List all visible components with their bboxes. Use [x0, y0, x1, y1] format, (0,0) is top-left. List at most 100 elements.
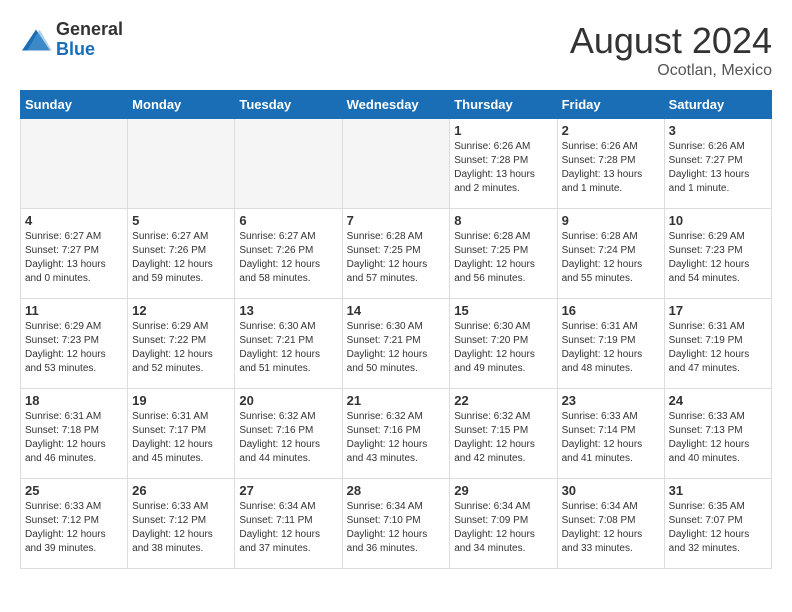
day-info: Sunrise: 6:31 AM Sunset: 7:18 PM Dayligh… [25, 410, 123, 466]
day-info: Sunrise: 6:33 AM Sunset: 7:13 PM Dayligh… [669, 410, 767, 466]
day-number: 30 [562, 483, 660, 498]
calendar-cell: 10 Sunrise: 6:29 AM Sunset: 7:23 PM Dayli… [664, 209, 771, 299]
page-header: General Blue August 2024 Ocotlan, Mexico [20, 20, 772, 80]
day-number: 27 [239, 483, 337, 498]
day-number: 22 [454, 393, 552, 408]
logo: General Blue [20, 20, 123, 60]
day-info: Sunrise: 6:33 AM Sunset: 7:12 PM Dayligh… [132, 500, 230, 556]
day-number: 6 [239, 213, 337, 228]
day-number: 28 [347, 483, 446, 498]
day-info: Sunrise: 6:30 AM Sunset: 7:21 PM Dayligh… [347, 320, 446, 376]
calendar-cell: 28 Sunrise: 6:34 AM Sunset: 7:10 PM Dayli… [342, 479, 450, 569]
calendar-week-row: 4 Sunrise: 6:27 AM Sunset: 7:27 PM Daylig… [21, 209, 772, 299]
month-year: August 2024 [570, 20, 772, 62]
day-number: 12 [132, 303, 230, 318]
calendar-cell: 31Sunrise: 6:35 AM Sunset: 7:07 PM Dayli… [664, 479, 771, 569]
day-number: 29 [454, 483, 552, 498]
title-section: August 2024 Ocotlan, Mexico [570, 20, 772, 80]
calendar-cell: 29 Sunrise: 6:34 AM Sunset: 7:09 PM Dayli… [450, 479, 557, 569]
logo-blue-text: Blue [56, 40, 123, 60]
day-info: Sunrise: 6:28 AM Sunset: 7:24 PM Dayligh… [562, 230, 660, 286]
day-number: 4 [25, 213, 123, 228]
calendar-header-row: SundayMondayTuesdayWednesdayThursdayFrid… [21, 91, 772, 119]
calendar-cell: 8 Sunrise: 6:28 AM Sunset: 7:25 PM Daylig… [450, 209, 557, 299]
calendar-week-row: 25 Sunrise: 6:33 AM Sunset: 7:12 PM Dayli… [21, 479, 772, 569]
day-info: Sunrise: 6:32 AM Sunset: 7:16 PM Dayligh… [347, 410, 446, 466]
day-info: Sunrise: 6:32 AM Sunset: 7:15 PM Dayligh… [454, 410, 552, 466]
day-number: 1 [454, 123, 552, 138]
day-of-week-header: Tuesday [235, 91, 342, 119]
calendar-cell: 14 Sunrise: 6:30 AM Sunset: 7:21 PM Dayli… [342, 299, 450, 389]
day-number: 21 [347, 393, 446, 408]
calendar-cell: 15 Sunrise: 6:30 AM Sunset: 7:20 PM Dayli… [450, 299, 557, 389]
day-number: 25 [25, 483, 123, 498]
day-number: 23 [562, 393, 660, 408]
calendar-cell: 27 Sunrise: 6:34 AM Sunset: 7:11 PM Dayli… [235, 479, 342, 569]
calendar-table: SundayMondayTuesdayWednesdayThursdayFrid… [20, 90, 772, 569]
day-info: Sunrise: 6:26 AM Sunset: 7:28 PM Dayligh… [454, 140, 552, 196]
day-info: Sunrise: 6:29 AM Sunset: 7:22 PM Dayligh… [132, 320, 230, 376]
day-of-week-header: Monday [128, 91, 235, 119]
day-info: Sunrise: 6:30 AM Sunset: 7:20 PM Dayligh… [454, 320, 552, 376]
day-info: Sunrise: 6:33 AM Sunset: 7:14 PM Dayligh… [562, 410, 660, 466]
day-info: Sunrise: 6:29 AM Sunset: 7:23 PM Dayligh… [669, 230, 767, 286]
day-number: 8 [454, 213, 552, 228]
day-number: 10 [669, 213, 767, 228]
calendar-cell: 11Sunrise: 6:29 AM Sunset: 7:23 PM Dayli… [21, 299, 128, 389]
day-info: Sunrise: 6:31 AM Sunset: 7:19 PM Dayligh… [669, 320, 767, 376]
day-of-week-header: Thursday [450, 91, 557, 119]
logo-general-text: General [56, 20, 123, 40]
day-number: 19 [132, 393, 230, 408]
day-info: Sunrise: 6:34 AM Sunset: 7:09 PM Dayligh… [454, 500, 552, 556]
day-number: 3 [669, 123, 767, 138]
day-number: 16 [562, 303, 660, 318]
day-info: Sunrise: 6:34 AM Sunset: 7:11 PM Dayligh… [239, 500, 337, 556]
calendar-cell: 19Sunrise: 6:31 AM Sunset: 7:17 PM Dayli… [128, 389, 235, 479]
day-number: 26 [132, 483, 230, 498]
day-number: 15 [454, 303, 552, 318]
calendar-cell: 30 Sunrise: 6:34 AM Sunset: 7:08 PM Dayli… [557, 479, 664, 569]
day-number: 13 [239, 303, 337, 318]
calendar-cell: 13 Sunrise: 6:30 AM Sunset: 7:21 PM Dayli… [235, 299, 342, 389]
day-of-week-header: Sunday [21, 91, 128, 119]
calendar-cell: 26 Sunrise: 6:33 AM Sunset: 7:12 PM Dayli… [128, 479, 235, 569]
calendar-week-row: 18Sunrise: 6:31 AM Sunset: 7:18 PM Dayli… [21, 389, 772, 479]
calendar-cell: 2Sunrise: 6:26 AM Sunset: 7:28 PM Daylig… [557, 119, 664, 209]
day-number: 2 [562, 123, 660, 138]
calendar-cell [235, 119, 342, 209]
calendar-cell: 20 Sunrise: 6:32 AM Sunset: 7:16 PM Dayli… [235, 389, 342, 479]
calendar-cell: 9 Sunrise: 6:28 AM Sunset: 7:24 PM Daylig… [557, 209, 664, 299]
calendar-week-row: 1 Sunrise: 6:26 AM Sunset: 7:28 PM Daylig… [21, 119, 772, 209]
day-info: Sunrise: 6:34 AM Sunset: 7:10 PM Dayligh… [347, 500, 446, 556]
calendar-cell: 23 Sunrise: 6:33 AM Sunset: 7:14 PM Dayli… [557, 389, 664, 479]
day-number: 9 [562, 213, 660, 228]
day-info: Sunrise: 6:31 AM Sunset: 7:19 PM Dayligh… [562, 320, 660, 376]
calendar-cell: 7Sunrise: 6:28 AM Sunset: 7:25 PM Daylig… [342, 209, 450, 299]
day-info: Sunrise: 6:32 AM Sunset: 7:16 PM Dayligh… [239, 410, 337, 466]
calendar-cell: 1 Sunrise: 6:26 AM Sunset: 7:28 PM Daylig… [450, 119, 557, 209]
calendar-cell: 6 Sunrise: 6:27 AM Sunset: 7:26 PM Daylig… [235, 209, 342, 299]
day-info: Sunrise: 6:34 AM Sunset: 7:08 PM Dayligh… [562, 500, 660, 556]
day-of-week-header: Friday [557, 91, 664, 119]
calendar-cell: 21 Sunrise: 6:32 AM Sunset: 7:16 PM Dayli… [342, 389, 450, 479]
day-info: Sunrise: 6:27 AM Sunset: 7:26 PM Dayligh… [239, 230, 337, 286]
day-info: Sunrise: 6:27 AM Sunset: 7:27 PM Dayligh… [25, 230, 123, 286]
location: Ocotlan, Mexico [570, 62, 772, 80]
calendar-week-row: 11Sunrise: 6:29 AM Sunset: 7:23 PM Dayli… [21, 299, 772, 389]
day-number: 24 [669, 393, 767, 408]
calendar-cell: 25 Sunrise: 6:33 AM Sunset: 7:12 PM Dayli… [21, 479, 128, 569]
day-of-week-header: Saturday [664, 91, 771, 119]
calendar-cell: 24 Sunrise: 6:33 AM Sunset: 7:13 PM Dayli… [664, 389, 771, 479]
day-info: Sunrise: 6:30 AM Sunset: 7:21 PM Dayligh… [239, 320, 337, 376]
day-number: 14 [347, 303, 446, 318]
day-info: Sunrise: 6:28 AM Sunset: 7:25 PM Dayligh… [454, 230, 552, 286]
calendar-cell: 5 Sunrise: 6:27 AM Sunset: 7:26 PM Daylig… [128, 209, 235, 299]
logo-icon [20, 26, 52, 54]
calendar-cell: 18Sunrise: 6:31 AM Sunset: 7:18 PM Dayli… [21, 389, 128, 479]
day-info: Sunrise: 6:33 AM Sunset: 7:12 PM Dayligh… [25, 500, 123, 556]
day-number: 5 [132, 213, 230, 228]
calendar-cell [21, 119, 128, 209]
day-number: 20 [239, 393, 337, 408]
day-info: Sunrise: 6:27 AM Sunset: 7:26 PM Dayligh… [132, 230, 230, 286]
calendar-cell: 22 Sunrise: 6:32 AM Sunset: 7:15 PM Dayli… [450, 389, 557, 479]
